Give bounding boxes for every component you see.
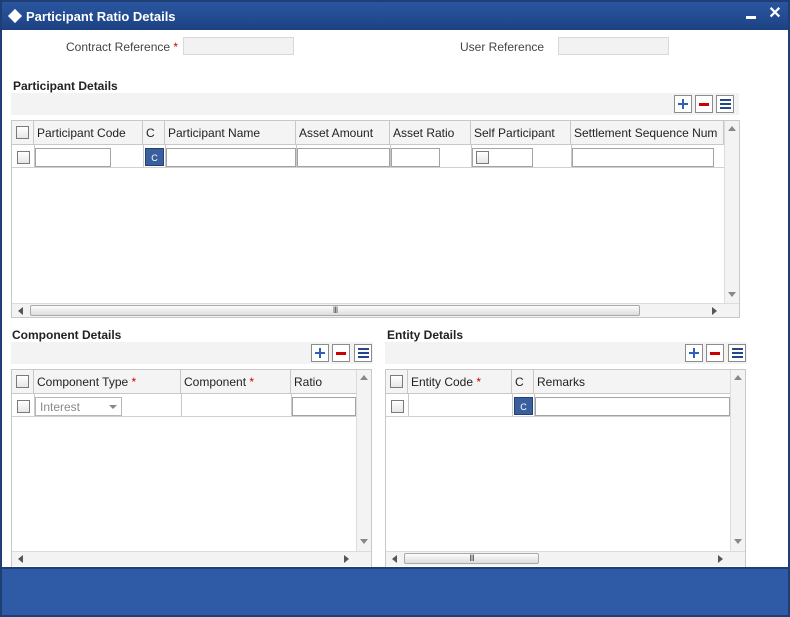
participant-name-input[interactable] xyxy=(166,148,296,167)
entity-select-all-checkbox[interactable] xyxy=(390,375,403,388)
participant-c-badge[interactable]: C xyxy=(145,148,164,166)
remarks-header: Remarks xyxy=(537,375,586,389)
participant-row-checkbox[interactable] xyxy=(17,151,30,164)
diamond-icon xyxy=(7,8,23,24)
ratio-header: Ratio xyxy=(294,375,323,389)
remarks-input[interactable] xyxy=(535,397,730,416)
participant-vertical-scrollbar[interactable] xyxy=(724,121,739,303)
self-participant-checkbox[interactable] xyxy=(476,151,489,164)
component-vertical-scrollbar[interactable] xyxy=(356,370,371,551)
component-select-all-checkbox[interactable] xyxy=(16,375,29,388)
user-reference-field[interactable] xyxy=(558,37,669,55)
participant-code-input[interactable] xyxy=(35,148,111,167)
settlement-sequence-input[interactable] xyxy=(572,148,714,167)
participant-select-all-checkbox[interactable] xyxy=(16,126,29,139)
component-header-row: Component Type * Component * Ratio xyxy=(12,370,356,394)
participant-header-row: Participant Code C Participant Name Asse… xyxy=(12,121,724,145)
entity-c-header: C xyxy=(512,370,534,394)
component-details-title: Component Details xyxy=(12,328,122,342)
entity-c-badge[interactable]: C xyxy=(514,397,533,415)
participant-ratio-window: Participant Ratio Details ✕ Contract Ref… xyxy=(0,0,790,617)
component-row-checkbox[interactable] xyxy=(17,400,30,413)
entity-view-button[interactable] xyxy=(728,344,746,362)
entity-grid: Entity Code * C Remarks C III xyxy=(385,369,746,567)
contract-reference-label: Contract Reference * xyxy=(66,40,179,54)
entity-toolbar xyxy=(385,342,747,364)
entity-add-button[interactable] xyxy=(685,344,703,362)
settlement-sequence-header: Settlement Sequence Num xyxy=(571,121,724,145)
entity-details-title: Entity Details xyxy=(387,328,464,342)
participant-grid: Participant Code C Participant Name Asse… xyxy=(11,120,740,318)
asset-amount-input[interactable] xyxy=(297,148,390,167)
minimize-icon[interactable] xyxy=(746,16,756,19)
component-view-button[interactable] xyxy=(354,344,372,362)
entity-code-header: Entity Code * xyxy=(408,370,512,394)
component-toolbar xyxy=(11,342,373,364)
component-header: Component * xyxy=(181,370,291,394)
participant-c-header: C xyxy=(143,121,165,145)
participant-name-header: Participant Name xyxy=(165,121,296,145)
title-bar: Participant Ratio Details ✕ xyxy=(2,2,788,30)
component-type-header: Component Type * xyxy=(34,370,181,394)
component-horizontal-scrollbar[interactable] xyxy=(12,551,371,566)
self-participant-input xyxy=(472,148,533,167)
participant-details-title: Participant Details xyxy=(13,79,118,93)
entity-vertical-scrollbar[interactable] xyxy=(730,370,745,551)
entity-horizontal-scrollbar[interactable]: III xyxy=(386,551,745,566)
asset-ratio-header: Asset Ratio xyxy=(390,121,471,145)
participant-code-header: Participant Code xyxy=(34,121,143,145)
participant-view-button[interactable] xyxy=(716,95,734,113)
contract-reference-field[interactable] xyxy=(183,37,294,55)
component-grid: Component Type * Component * Ratio Inter… xyxy=(11,369,372,567)
ratio-input[interactable] xyxy=(292,397,356,416)
user-reference-label: User Reference xyxy=(460,40,545,54)
participant-horizontal-scrollbar[interactable]: III xyxy=(12,303,739,317)
window-title: Participant Ratio Details xyxy=(26,9,176,24)
participant-delete-button[interactable] xyxy=(695,95,713,113)
participant-toolbar xyxy=(11,93,739,115)
entity-header-row: Entity Code * C Remarks xyxy=(386,370,730,394)
entity-delete-button[interactable] xyxy=(706,344,724,362)
participant-add-button[interactable] xyxy=(674,95,692,113)
component-type-select[interactable]: Interest xyxy=(35,397,122,416)
asset-amount-header: Asset Amount xyxy=(296,121,390,145)
component-add-button[interactable] xyxy=(311,344,329,362)
entity-row-checkbox[interactable] xyxy=(391,400,404,413)
self-participant-header: Self Participant xyxy=(471,121,571,145)
component-delete-button[interactable] xyxy=(332,344,350,362)
close-icon[interactable]: ✕ xyxy=(767,5,783,23)
footer-bar xyxy=(2,567,788,615)
asset-ratio-input[interactable] xyxy=(391,148,440,167)
